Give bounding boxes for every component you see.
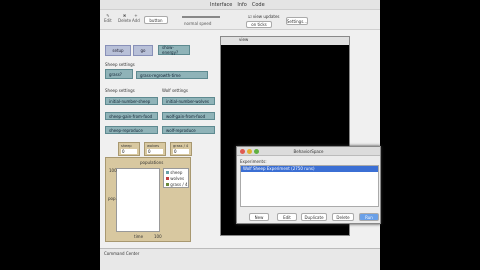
populations-plot: populations 100 pop. time 100 sheep wolv… (105, 157, 191, 242)
add-widget-select[interactable]: button (144, 16, 168, 24)
add-tool[interactable]: + Add (132, 13, 140, 23)
experiments-list[interactable]: Wolf Sheep Experiment (2750 runs) (240, 165, 379, 207)
edit-button[interactable]: Edit (277, 213, 297, 221)
dialog-title: BehaviorSpace (293, 149, 324, 154)
edit-tool[interactable]: ✎ Edit (104, 13, 112, 23)
run-button[interactable]: Run (359, 213, 379, 221)
experiment-item[interactable]: Wolf Sheep Experiment (2750 runs) (241, 166, 378, 172)
speed-slider[interactable] (182, 16, 220, 18)
speed-label: normal speed (184, 21, 212, 26)
legend-sheep: sheep (166, 170, 182, 175)
grass-regrowth-slider[interactable]: grass-regrowth-time (136, 71, 208, 79)
initial-number-wolves-slider[interactable]: initial-number-wolves (162, 97, 215, 105)
delete-tool[interactable]: ✖ Delete (118, 13, 131, 23)
plot-title: populations (140, 160, 164, 165)
wolf-gain-slider[interactable]: wolf-gain-from-food (162, 112, 215, 120)
initial-number-sheep-slider[interactable]: initial-number-sheep (105, 97, 158, 105)
plot-area (116, 168, 160, 232)
tab-bar: Interface Info Code (100, 0, 380, 10)
wolf-reproduce-slider[interactable]: wolf-reproduce (162, 126, 215, 134)
behaviorspace-dialog: BehaviorSpace Experiments: Wolf Sheep Ex… (236, 146, 381, 224)
delete-button[interactable]: Delete (332, 213, 354, 221)
sheep-settings-label: Sheep settings (105, 62, 135, 67)
go-button[interactable]: go (133, 45, 153, 56)
experiments-label: Experiments: (240, 159, 267, 164)
new-button[interactable]: New (249, 213, 269, 221)
settings-button[interactable]: Settings... (286, 17, 308, 25)
duplicate-button[interactable]: Duplicate (301, 213, 327, 221)
zoom-icon[interactable] (254, 149, 259, 154)
view-updates-checkbox[interactable]: ☑ view updates (248, 14, 280, 19)
tab-info[interactable]: Info (237, 2, 246, 8)
show-energy-switch[interactable]: show-energy? (158, 45, 190, 55)
legend-wolves: wolves (166, 176, 184, 181)
plot-xlabel: time (134, 234, 144, 239)
legend-grass: grass / 4 (166, 182, 188, 187)
plot-legend: sheep wolves grass / 4 (163, 168, 189, 188)
plot-ymax: 100 (109, 168, 117, 173)
sheep-settings-heading: Sheep settings (105, 88, 135, 93)
dialog-titlebar: BehaviorSpace (237, 147, 380, 156)
tab-interface[interactable]: Interface (210, 2, 232, 8)
tab-code[interactable]: Code (252, 2, 265, 8)
wolf-settings-heading: Wolf settings (162, 88, 188, 93)
command-center[interactable]: Command Center (100, 248, 380, 270)
world-title: view (221, 37, 349, 45)
close-icon[interactable] (240, 149, 245, 154)
sheep-reproduce-slider[interactable]: sheep-reproduce (105, 126, 158, 134)
update-mode-select[interactable]: on ticks (246, 21, 272, 28)
setup-button[interactable]: setup (105, 45, 131, 56)
sheep-gain-slider[interactable]: sheep-gain-from-food (105, 112, 158, 120)
sheep-monitor: sheep 0 (118, 142, 140, 156)
wolves-monitor: wolves 0 (144, 142, 166, 156)
minimize-icon[interactable] (247, 149, 252, 154)
plot-xmax: 100 (154, 234, 162, 239)
plot-ylabel: pop. (108, 196, 117, 201)
toolbar: ✎ Edit ✖ Delete + Add button normal speed ☑… (100, 10, 380, 30)
command-center-label: Command Center (104, 251, 140, 256)
netlogo-window: Interface Info Code ✎ Edit ✖ Delete + Add b… (100, 0, 380, 270)
grass-monitor: grass / 40 (170, 142, 192, 156)
grass-switch[interactable]: grass? (105, 69, 133, 79)
